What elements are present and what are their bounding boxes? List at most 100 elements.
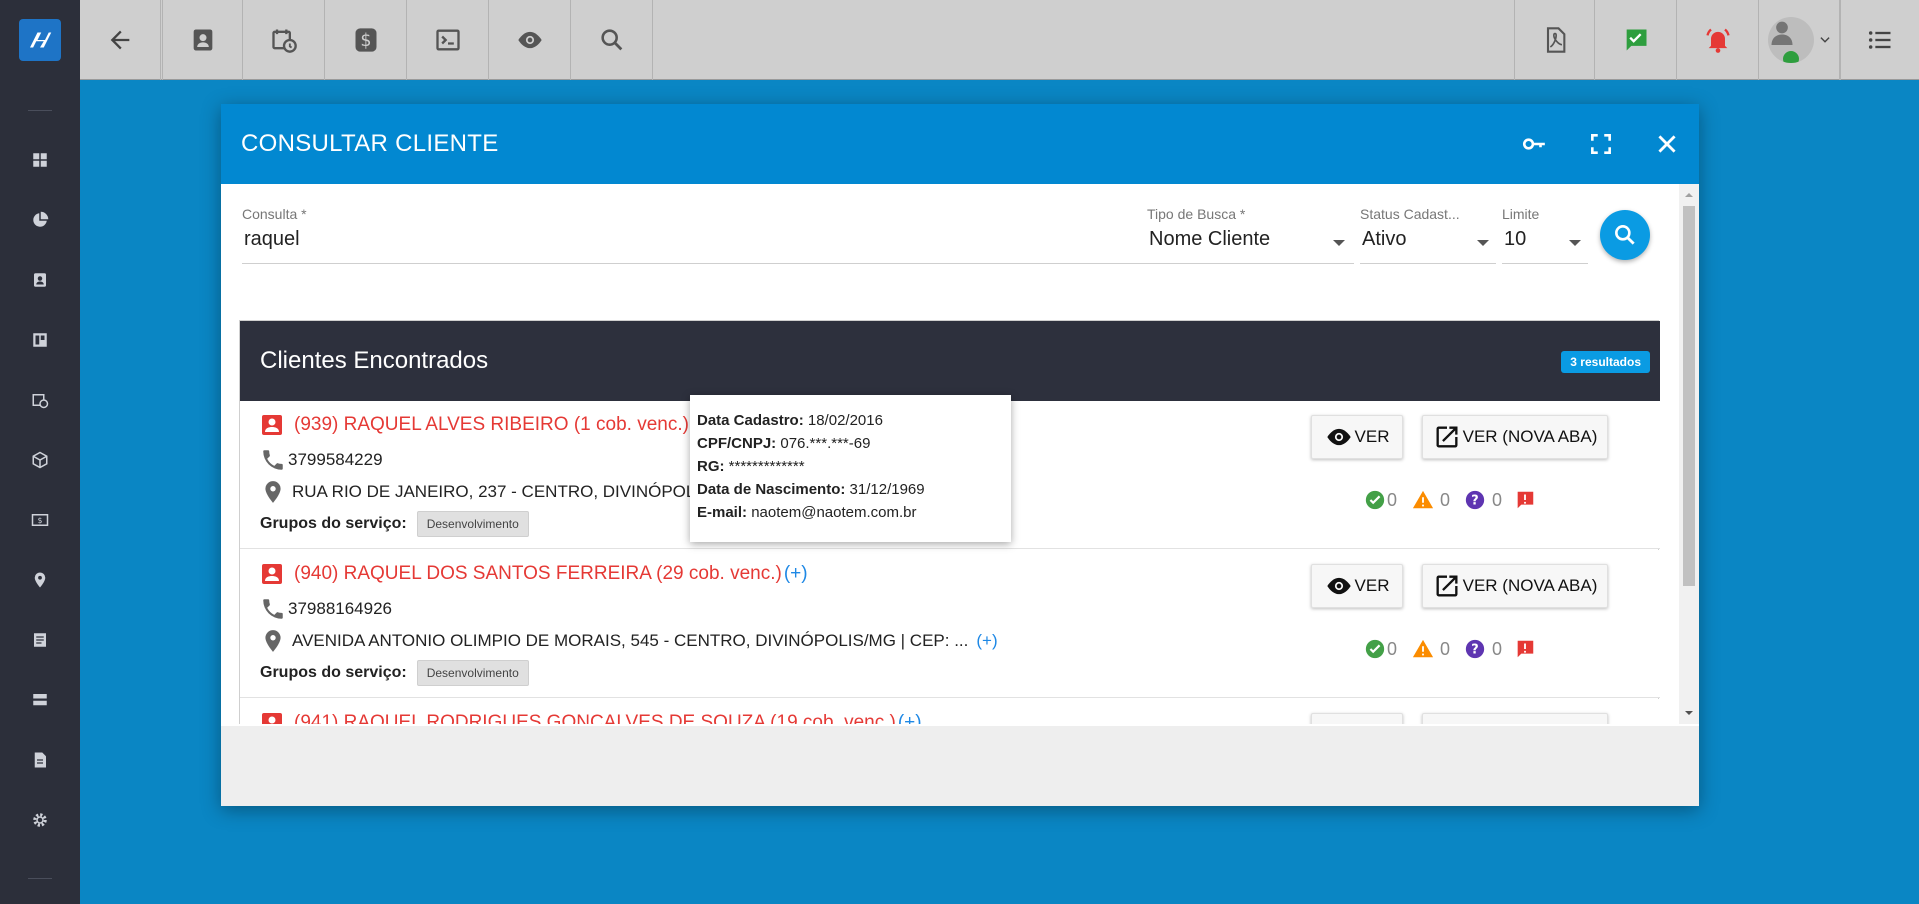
money-icon: $ bbox=[31, 514, 49, 526]
search-button[interactable] bbox=[1600, 210, 1650, 260]
key-button[interactable] bbox=[1516, 126, 1552, 162]
service-groups: Grupos do serviço: Desenvolvimento bbox=[260, 511, 529, 537]
location-pin-icon bbox=[265, 630, 281, 652]
location-pin-icon bbox=[34, 572, 46, 588]
client-phone: 3799584229 bbox=[260, 447, 383, 473]
contact-card-icon bbox=[34, 273, 46, 287]
file-icon bbox=[34, 752, 46, 768]
chevron-down-icon bbox=[1819, 37, 1830, 43]
expand-link[interactable]: (+) bbox=[898, 712, 922, 724]
ver-label: VER bbox=[1354, 576, 1390, 595]
ver-button[interactable] bbox=[1311, 713, 1403, 724]
ver-button[interactable]: VER bbox=[1311, 415, 1403, 459]
grid-icon bbox=[33, 153, 47, 167]
limite-value: 10 bbox=[1504, 228, 1527, 250]
email-value: naotem@naotem.com.br bbox=[751, 504, 917, 521]
address-text: RUA RIO DE JANEIRO, 237 - CENTRO, DIVINÓ… bbox=[292, 482, 712, 501]
sidebar-item-files[interactable] bbox=[0, 740, 80, 780]
search-icon bbox=[601, 29, 623, 51]
sidebar-divider bbox=[28, 878, 52, 879]
client-address: RUA RIO DE JANEIRO, 237 - CENTRO, DIVINÓ… bbox=[260, 479, 711, 505]
search-button[interactable] bbox=[572, 0, 653, 80]
person-card-icon bbox=[262, 564, 282, 584]
alarm-icon bbox=[1706, 28, 1730, 53]
group-chip: Desenvolvimento bbox=[416, 511, 529, 537]
scrollbar-thumb[interactable] bbox=[1683, 206, 1695, 586]
consulta-input[interactable]: raquel bbox=[244, 228, 300, 251]
cadastro-value: 18/02/2016 bbox=[807, 412, 883, 429]
person-card-icon bbox=[262, 713, 282, 724]
dialog-scrollbar[interactable] bbox=[1679, 184, 1699, 724]
alert-indicator[interactable] bbox=[1514, 638, 1537, 660]
open-in-new-icon bbox=[1436, 575, 1458, 597]
cube-icon bbox=[32, 451, 48, 469]
app-logo[interactable] bbox=[0, 0, 80, 80]
tasks-button[interactable] bbox=[1596, 0, 1677, 80]
address-expand-link[interactable]: (+) bbox=[976, 631, 997, 651]
ver-button[interactable]: VER bbox=[1311, 564, 1403, 608]
sidebar-item-reports[interactable] bbox=[0, 200, 80, 240]
nascimento-value: 31/12/1969 bbox=[849, 481, 925, 498]
eye-icon bbox=[518, 31, 542, 49]
ver-nova-aba-button[interactable] bbox=[1422, 713, 1608, 724]
client-phone: 37988164926 bbox=[260, 596, 392, 622]
cpf-label: CPF/CNPJ: bbox=[697, 435, 777, 452]
schedule-button[interactable] bbox=[244, 0, 325, 80]
top-toolbar: $ bbox=[0, 0, 1919, 80]
scroll-up-arrow-icon bbox=[1685, 193, 1693, 197]
question-value: 0 bbox=[1492, 638, 1503, 659]
back-button[interactable] bbox=[80, 0, 161, 80]
ver-nova-aba-button[interactable]: VER (NOVA ABA) bbox=[1422, 415, 1608, 459]
ver-nova-aba-button[interactable]: VER (NOVA ABA) bbox=[1422, 564, 1608, 608]
client-info-tooltip: Data Cadastro: 18/02/2016 CPF/CNPJ: 076.… bbox=[690, 395, 1011, 542]
expand-link[interactable]: (+) bbox=[784, 563, 808, 585]
menu-list-button[interactable] bbox=[1840, 0, 1919, 80]
dollar-icon: $ bbox=[355, 28, 377, 52]
sidebar-item-products[interactable] bbox=[0, 440, 80, 480]
check-message-icon bbox=[1625, 29, 1647, 51]
groups-label: Grupos do serviço: bbox=[260, 515, 407, 532]
svg-text:$: $ bbox=[38, 516, 43, 525]
sidebar-item-settings[interactable] bbox=[0, 800, 80, 840]
phone-number: 3799584229 bbox=[288, 450, 383, 469]
sidebar-item-dashboard[interactable] bbox=[0, 140, 80, 180]
consulta-field[interactable]: Consulta * raquel bbox=[242, 206, 1163, 266]
fullscreen-icon bbox=[1591, 134, 1611, 154]
pdf-button[interactable] bbox=[1514, 0, 1595, 80]
sidebar-item-servers[interactable] bbox=[0, 680, 80, 720]
view-button[interactable] bbox=[490, 0, 571, 80]
sidebar-item-board[interactable] bbox=[0, 320, 80, 360]
alert-message-icon bbox=[1516, 640, 1534, 658]
dialog-header: CONSULTAR CLIENTE bbox=[221, 104, 1699, 184]
sidebar-item-documents[interactable] bbox=[0, 620, 80, 660]
status-cadastro-underline bbox=[1360, 263, 1496, 264]
alert-message-icon bbox=[1516, 491, 1534, 509]
finance-button[interactable]: $ bbox=[326, 0, 407, 80]
address-text: AVENIDA ANTONIO OLIMPIO DE MORAIS, 545 -… bbox=[292, 631, 969, 650]
svg-text:?: ? bbox=[1471, 494, 1478, 509]
alarm-button[interactable] bbox=[1678, 0, 1759, 80]
terminal-button[interactable] bbox=[408, 0, 489, 80]
close-button[interactable] bbox=[1649, 126, 1685, 162]
email-label: E-mail: bbox=[697, 504, 748, 521]
limite-select[interactable]: Limite 10 bbox=[1502, 206, 1588, 266]
phone-number: 37988164926 bbox=[288, 599, 393, 618]
tipo-busca-select[interactable]: Tipo de Busca * Nome Cliente bbox=[1147, 206, 1354, 266]
sidebar-item-clients[interactable] bbox=[0, 260, 80, 300]
fullscreen-button[interactable] bbox=[1583, 126, 1619, 162]
client-name-link[interactable]: (939) RAQUEL ALVES RIBEIRO (1 cob. venc.… bbox=[260, 413, 715, 437]
sidebar-item-schedule[interactable] bbox=[0, 380, 80, 420]
alert-indicator[interactable] bbox=[1514, 489, 1537, 511]
status-cadastro-select[interactable]: Status Cadast... Ativo bbox=[1360, 206, 1496, 266]
person-card-icon bbox=[262, 415, 282, 435]
ok-count: 0 bbox=[1364, 489, 1397, 511]
sidebar-item-finance[interactable]: $ bbox=[0, 500, 80, 540]
ver-label: VER bbox=[1354, 427, 1390, 446]
left-sidebar: $ bbox=[0, 80, 80, 904]
user-menu[interactable] bbox=[1760, 0, 1840, 80]
client-name-link[interactable]: (940) RAQUEL DOS SANTOS FERREIRA (29 cob… bbox=[260, 562, 808, 586]
list-icon bbox=[1868, 31, 1891, 49]
contacts-button[interactable] bbox=[162, 0, 243, 80]
sidebar-item-locations[interactable] bbox=[0, 560, 80, 600]
client-name-link[interactable]: (941) RAQUEL RODRIGUES GONCALVES DE SOUZ… bbox=[260, 711, 922, 724]
